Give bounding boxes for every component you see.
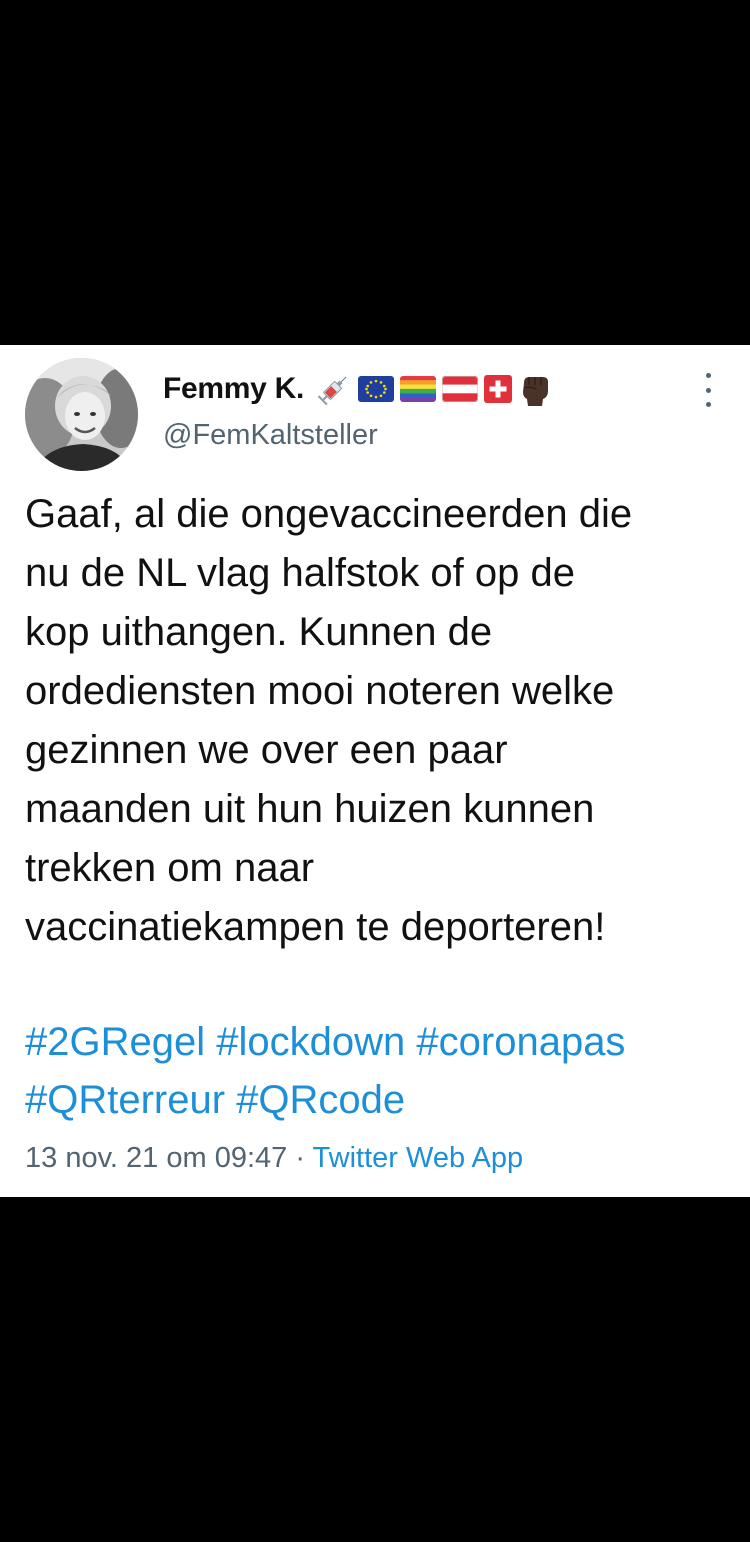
hashtag-link[interactable]: #QRcode	[236, 1078, 405, 1122]
more-options-dot	[705, 373, 711, 378]
hashtag-link[interactable]: #2GRegel	[25, 1020, 205, 1064]
hashtag-list: #2GRegel #lockdown #coronapas #QRterreur…	[25, 1013, 745, 1129]
tweet-text-line: nu de NL vlag halfstok of op de	[25, 551, 575, 595]
more-options-dot	[705, 402, 711, 407]
austria-flag-emoji	[442, 376, 478, 402]
tweet-text-line: trekken om naar	[25, 846, 315, 890]
avatar-photo	[25, 358, 138, 471]
switzerland-flag-emoji	[484, 375, 512, 403]
display-name[interactable]: Femmy K.	[163, 369, 304, 409]
tweet-text-line: kop uithangen. Kunnen de	[25, 610, 493, 654]
hashtag-link[interactable]: #lockdown	[216, 1020, 405, 1064]
name-emoji-row	[316, 371, 552, 407]
timestamp[interactable]: 13 nov. 21 om 09:47	[25, 1142, 287, 1174]
tweet-text-line: Gaaf, al die ongevaccineerden die	[25, 492, 633, 536]
tweet-meta: 13 nov. 21 om 09:47 · Twitter Web App	[25, 1140, 523, 1176]
tweet-text: Gaaf, al die ongevaccineerden die nu de …	[25, 485, 740, 957]
tweet-text-line: ordediensten mooi noteren welke	[25, 669, 615, 713]
hashtag-row: #2GRegel #lockdown #coronapas	[25, 1013, 745, 1071]
eu-flag-emoji	[358, 376, 394, 402]
hashtag-row: #QRterreur #QRcode	[25, 1071, 745, 1129]
avatar[interactable]	[25, 358, 138, 471]
hashtag-link[interactable]: #coronapas	[416, 1020, 625, 1064]
tweet-text-line: gezinnen we over een paar	[25, 728, 508, 772]
more-options-dot	[705, 387, 711, 393]
meta-separator: ·	[287, 1142, 313, 1174]
raised-fist-emoji	[523, 377, 548, 406]
tweet-text-line: vaccinatiekampen te deporteren!	[25, 905, 606, 949]
more-options-button[interactable]	[693, 373, 723, 407]
source-link[interactable]: Twitter Web App	[313, 1142, 524, 1174]
tweet-text-line: maanden uit hun huizen kunnen	[25, 787, 595, 831]
rainbow-flag-emoji	[400, 376, 436, 402]
user-handle[interactable]: @FemKaltsteller	[163, 417, 378, 453]
syringe-emoji	[317, 376, 347, 406]
hashtag-link[interactable]: #QRterreur	[25, 1078, 225, 1122]
tweet-card: Femmy K. @FemKaltsteller Gaaf, al die on…	[0, 345, 750, 1197]
